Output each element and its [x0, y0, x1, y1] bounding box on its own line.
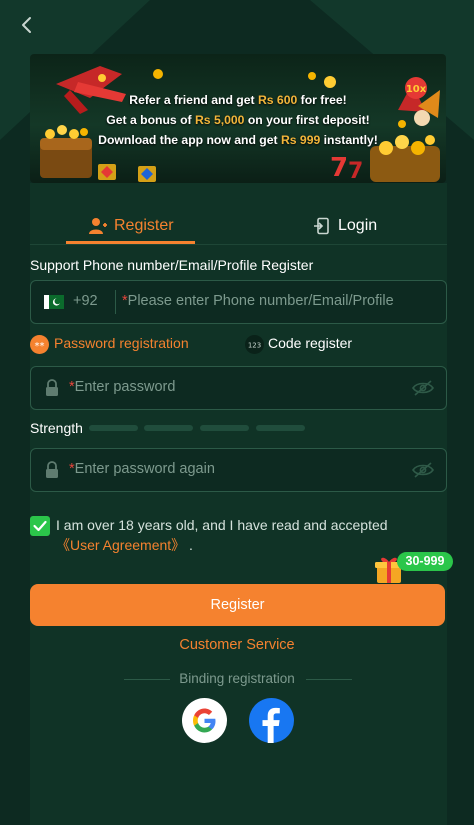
tab-register-label: Register — [114, 217, 174, 234]
lock-icon — [46, 461, 58, 478]
back-button[interactable] — [14, 12, 38, 38]
eye-off-icon[interactable] — [412, 380, 434, 396]
password-placeholder: *Enter password — [69, 379, 175, 395]
add-user-icon — [89, 218, 107, 234]
svg-text:**: ** — [35, 341, 45, 352]
banner-line-1-before: Refer a friend and get — [129, 93, 258, 107]
user-agreement-link[interactable]: 《User Agreement》 — [56, 537, 185, 553]
password-field[interactable]: *Enter password — [30, 366, 447, 410]
strength-bar-4 — [256, 425, 305, 431]
svg-text:7: 7 — [348, 159, 363, 183]
identity-field[interactable]: +92 *Please enter Phone number/Email/Pro… — [30, 280, 447, 324]
google-icon — [193, 708, 216, 733]
identity-placeholder-text: Please enter Phone number/Email/Profile — [127, 293, 394, 309]
strength-bar-3 — [200, 425, 249, 431]
gem-icon — [98, 164, 156, 182]
binding-label: Binding registration — [179, 671, 295, 686]
numeric-icon: 123 — [248, 342, 261, 350]
customer-service-link[interactable]: Customer Service — [0, 637, 474, 653]
tab-divider — [30, 244, 447, 245]
agreement-body: I am over 18 years old, and I have read … — [56, 517, 388, 533]
binding-divider-right — [306, 679, 352, 680]
promo-banner[interactable]: 7 7 10x Refer a friend and get Rs 600 fo… — [30, 54, 446, 183]
facebook-icon — [262, 707, 280, 743]
password-placeholder-text: Enter password — [74, 379, 176, 395]
lock-icon — [46, 379, 58, 396]
banner-line-3-before: Download the app now and get — [98, 133, 281, 147]
tab-login-label: Login — [338, 217, 378, 234]
confirm-password-field[interactable]: *Enter password again — [30, 448, 447, 492]
eye-off-icon[interactable] — [412, 462, 434, 478]
banner-line-3: Download the app now and get Rs 999 inst… — [30, 130, 446, 150]
agreement-checkbox[interactable] — [30, 516, 50, 536]
agreement-end: . — [185, 537, 193, 553]
tab-register[interactable]: Register — [88, 209, 174, 243]
field-divider — [115, 290, 116, 314]
register-button[interactable]: Register — [30, 584, 445, 626]
banner-line-2: Get a bonus of Rs 5,000 on your first de… — [30, 110, 446, 130]
banner-line-3-after: instantly! — [320, 133, 378, 147]
confirm-placeholder: *Enter password again — [69, 461, 215, 477]
banner-line-2-after: on your first deposit! — [244, 113, 370, 127]
google-login-button[interactable] — [182, 698, 227, 743]
banner-line-1: Refer a friend and get Rs 600 for free! — [30, 90, 446, 110]
facebook-login-button[interactable] — [249, 698, 294, 743]
bonus-badge[interactable]: 30-999 — [397, 552, 453, 571]
agreement-text: I am over 18 years old, and I have read … — [56, 515, 431, 555]
login-icon — [314, 217, 329, 235]
confirm-placeholder-text: Enter password again — [74, 461, 215, 477]
banner-line-2-before: Get a bonus of — [106, 113, 195, 127]
code-mode-option[interactable]: Code register — [268, 335, 352, 351]
strength-bar-1 — [89, 425, 138, 431]
banner-text: Refer a friend and get Rs 600 for free! … — [30, 90, 446, 150]
strength-label: Strength — [30, 420, 83, 436]
svg-text:7: 7 — [330, 153, 348, 183]
country-code[interactable]: +92 — [73, 293, 98, 309]
banner-line-3-amount: Rs 999 — [280, 133, 321, 147]
tab-login[interactable]: Login — [313, 209, 377, 243]
code-mode-icon[interactable]: 123 — [245, 335, 264, 354]
strength-bar-2 — [144, 425, 193, 431]
support-label: Support Phone number/Email/Profile Regis… — [30, 257, 314, 273]
chevron-left-icon — [22, 17, 31, 33]
banner-line-1-amount: Rs 600 — [257, 93, 298, 107]
numeric-icon-text: 123 — [248, 342, 261, 350]
identity-placeholder: *Please enter Phone number/Email/Profile — [122, 293, 394, 309]
password-mode-icon[interactable]: ** — [30, 335, 49, 354]
pakistan-flag-icon — [44, 295, 64, 309]
banner-line-1-after: for free! — [297, 93, 347, 107]
banner-line-2-amount: Rs 5,000 — [194, 113, 245, 127]
check-icon — [33, 520, 47, 532]
password-mode-option[interactable]: Password registration — [54, 335, 189, 351]
asterisk-icon: ** — [35, 341, 45, 352]
